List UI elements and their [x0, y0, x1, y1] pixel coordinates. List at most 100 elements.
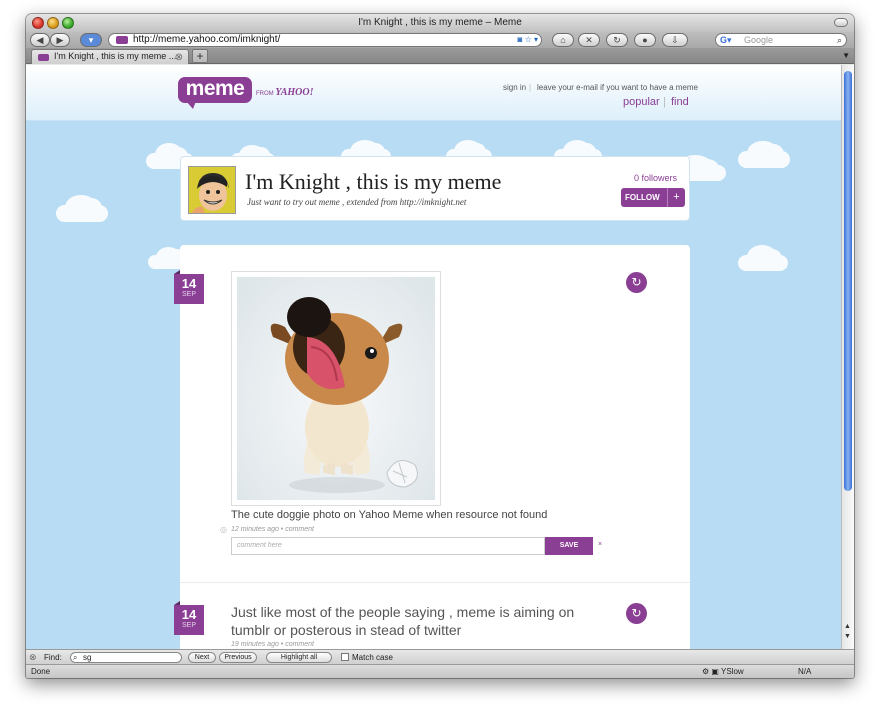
highlight-all-button[interactable]: Highlight all: [266, 652, 332, 663]
navigation-toolbar: ◀ ▶ ▾ http://meme.yahoo.com/imknight/ ◙ …: [26, 32, 854, 48]
cloud-decoration: [56, 194, 108, 222]
evernote-button[interactable]: ●: [634, 33, 656, 47]
url-bar[interactable]: http://meme.yahoo.com/imknight/ ◙ ☆ ▾: [108, 33, 542, 47]
google-engine-icon: G▾: [720, 35, 732, 45]
na-indicator[interactable]: N/A: [798, 665, 811, 678]
match-case-label: Match case: [352, 653, 393, 662]
repost-button[interactable]: ↻: [626, 603, 647, 624]
cloud-decoration: [738, 140, 790, 168]
avatar-cartoon-icon: [189, 167, 235, 213]
title-bar: I'm Knight , this is my meme – Meme: [26, 14, 854, 32]
cloud-decoration: [738, 245, 788, 271]
yslow-label: YSlow: [721, 667, 744, 676]
find-label: Find:: [44, 653, 62, 662]
post-date-badge: 14 SEP: [174, 601, 204, 635]
tab-bar: I'm Knight , this is my meme ... ⊗ + ▼: [26, 48, 854, 64]
posts-panel: 14 SEP ↻ The cute doggie photo on Yahoo …: [174, 245, 690, 649]
nav-popular-link[interactable]: popular: [623, 96, 660, 108]
tab-label: I'm Knight , this is my meme ...: [54, 51, 177, 61]
reload-button[interactable]: ↻: [606, 33, 628, 47]
meme-logo[interactable]: meme: [178, 77, 252, 103]
post-photo[interactable]: [231, 271, 441, 506]
find-value: sg: [83, 653, 92, 662]
find-input[interactable]: sg: [70, 652, 182, 663]
home-button[interactable]: ⌂: [552, 33, 574, 47]
close-window-button[interactable]: [32, 17, 44, 29]
find-next-button[interactable]: Next: [188, 652, 216, 663]
from-yahoo-logo: FROM YAHOO!: [256, 87, 314, 98]
sign-in-link[interactable]: sign in: [503, 83, 526, 92]
find-search-icon: ⌕: [73, 653, 78, 662]
reload-icon: ↻: [613, 35, 621, 45]
new-tab-button[interactable]: +: [192, 49, 208, 63]
post-text: Just like most of the people saying , me…: [231, 604, 575, 638]
status-text: Done: [31, 667, 51, 676]
repost-button[interactable]: ↻: [626, 272, 647, 293]
scroll-down-arrow-icon[interactable]: ▼: [844, 633, 851, 640]
followers-count-link[interactable]: 0 followers: [634, 173, 677, 183]
back-arrow-icon: ◀: [36, 35, 44, 45]
url-text: http://meme.yahoo.com/imknight/: [133, 34, 281, 45]
back-button[interactable]: ◀: [30, 33, 50, 47]
post-caption: The cute doggie photo on Yahoo Meme when…: [231, 509, 548, 521]
post-divider: [180, 582, 690, 583]
dog-illustration: [270, 297, 418, 493]
download-icon: ⇩: [671, 35, 679, 45]
tab-meme[interactable]: I'm Knight , this is my meme ... ⊗: [31, 49, 189, 64]
repost-icon: ↻: [631, 275, 642, 289]
minimize-window-button[interactable]: [47, 17, 59, 29]
site-header: meme FROM YAHOO! sign in | leave your e-…: [26, 65, 841, 121]
follow-label: FOLLOW: [625, 193, 660, 202]
post-meta[interactable]: 19 minutes ago • comment: [231, 641, 314, 648]
stop-button[interactable]: ✕: [578, 33, 600, 47]
post-date-badge: 14 SEP: [174, 270, 204, 304]
cancel-comment-icon[interactable]: ×: [598, 541, 602, 548]
stop-icon: ✕: [585, 35, 593, 45]
download-button[interactable]: ⇩: [662, 33, 688, 47]
toolbar-toggle-button[interactable]: [834, 18, 848, 27]
home-icon: ⌂: [560, 35, 566, 45]
nav-find-link[interactable]: find: [671, 96, 689, 108]
search-placeholder: Google: [744, 35, 774, 45]
rss-bookmark-icons[interactable]: ◙ ☆ ▾: [518, 35, 538, 45]
comment-placeholder: comment here: [237, 542, 282, 549]
tab-close-icon[interactable]: ⊗: [175, 51, 183, 64]
dog-photo-image: [237, 277, 435, 500]
scroll-thumb[interactable]: [844, 71, 852, 491]
nav-separator: |: [663, 96, 666, 108]
scroll-up-arrow-icon[interactable]: ▲: [844, 623, 851, 630]
find-close-icon[interactable]: ⊗: [29, 650, 37, 665]
header-separator: |: [529, 83, 532, 92]
forward-arrow-icon: ▶: [56, 35, 64, 45]
comment-input[interactable]: comment here: [231, 537, 545, 555]
status-bar: Done ⚙ ▣ YSlow N/A: [26, 664, 854, 678]
forward-button[interactable]: ▶: [50, 33, 70, 47]
follow-plus-icon: +: [667, 188, 685, 207]
save-comment-button[interactable]: SAVE: [545, 537, 593, 555]
logo-speech-tail: [186, 101, 196, 109]
page-subtitle: Just want to try out meme , extended fro…: [247, 197, 467, 207]
post-day: 14: [181, 276, 197, 291]
profile-card: I'm Knight , this is my meme Just want t…: [180, 156, 690, 221]
match-case-checkbox[interactable]: [341, 653, 349, 661]
avatar[interactable]: [188, 166, 236, 214]
search-input[interactable]: G▾ Google ⌕: [715, 33, 847, 47]
post-meta[interactable]: 12 minutes ago • comment: [231, 526, 314, 533]
comment-bubble-icon: ◎: [220, 525, 227, 534]
leave-email-link[interactable]: leave your e-mail if you want to have a …: [537, 83, 698, 92]
follow-button[interactable]: FOLLOW +: [621, 188, 685, 207]
history-dropdown-button[interactable]: ▾: [80, 33, 102, 47]
post-day: 14: [181, 607, 197, 622]
repost-icon: ↻: [631, 606, 642, 620]
search-icon[interactable]: ⌕: [837, 34, 842, 46]
vertical-scrollbar[interactable]: ▲ ▼: [841, 65, 854, 649]
window-title: I'm Knight , this is my meme – Meme: [358, 17, 522, 28]
find-previous-button[interactable]: Previous: [219, 652, 257, 663]
site-favicon-icon: [116, 36, 128, 44]
post-month: SEP: [181, 291, 196, 298]
find-bar: ⊗ Find: sg ⌕ Next Previous Highlight all…: [26, 649, 854, 664]
zoom-window-button[interactable]: [62, 17, 74, 29]
tab-list-icon[interactable]: ▼: [842, 51, 850, 60]
status-addon-icons[interactable]: ⚙ ▣ YSlow: [702, 665, 744, 678]
tab-favicon-icon: [38, 54, 49, 61]
